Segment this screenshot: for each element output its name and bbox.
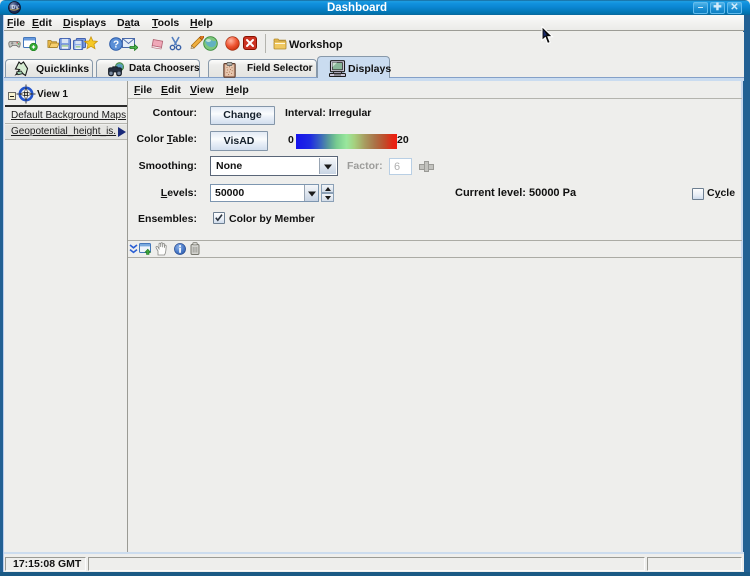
svg-text:IDV: IDV	[10, 5, 19, 11]
svg-text:?: ?	[113, 40, 119, 51]
